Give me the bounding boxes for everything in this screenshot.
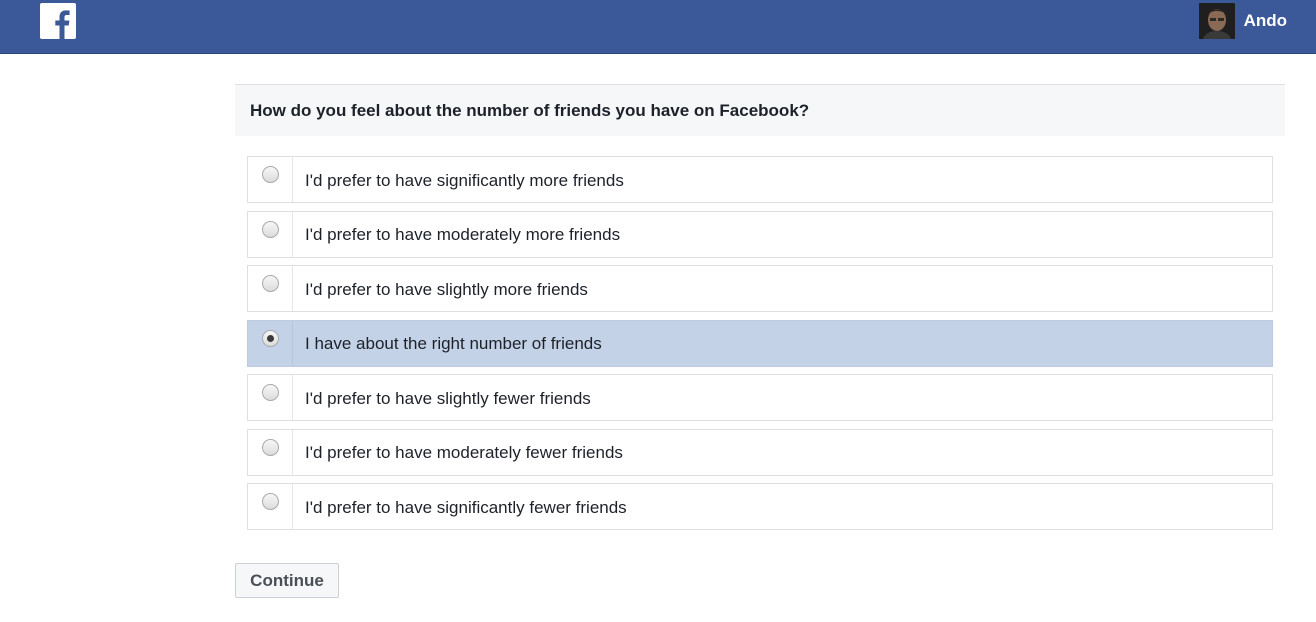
user-profile-link[interactable]: Ando <box>1198 3 1287 39</box>
radio-button[interactable] <box>262 166 279 183</box>
survey-question: How do you feel about the number of frie… <box>235 84 1285 136</box>
radio-cell[interactable] <box>248 320 293 366</box>
user-name[interactable]: Ando <box>1244 11 1287 31</box>
option-label[interactable]: I'd prefer to have significantly more fr… <box>293 157 624 202</box>
survey-option[interactable]: I'd prefer to have significantly more fr… <box>247 156 1273 203</box>
radio-button[interactable] <box>262 275 279 292</box>
facebook-f-icon[interactable] <box>40 3 76 39</box>
radio-button[interactable] <box>262 493 279 510</box>
radio-button[interactable] <box>262 329 279 347</box>
survey-option[interactable]: I'd prefer to have slightly fewer friend… <box>247 374 1273 421</box>
radio-cell[interactable] <box>248 157 293 202</box>
option-label[interactable]: I'd prefer to have moderately more frien… <box>293 212 620 257</box>
survey-option[interactable]: I'd prefer to have moderately fewer frie… <box>247 428 1273 476</box>
avatar[interactable] <box>1198 3 1235 39</box>
survey-option[interactable]: I have about the right number of friends <box>247 319 1273 367</box>
top-navigation-bar: Ando <box>0 0 1316 54</box>
survey-options: I'd prefer to have significantly more fr… <box>247 156 1273 530</box>
continue-button[interactable]: Continue <box>235 563 339 598</box>
survey-option[interactable]: I'd prefer to have significantly fewer f… <box>247 483 1273 530</box>
radio-button[interactable] <box>262 438 279 456</box>
survey-option[interactable]: I'd prefer to have moderately more frien… <box>247 210 1273 258</box>
option-label[interactable]: I'd prefer to have significantly fewer f… <box>293 484 627 529</box>
radio-cell[interactable] <box>248 484 293 529</box>
radio-button[interactable] <box>262 220 279 238</box>
radio-cell[interactable] <box>248 375 293 420</box>
option-label[interactable]: I have about the right number of friends <box>293 321 602 366</box>
radio-cell[interactable] <box>248 211 293 257</box>
survey-option[interactable]: I'd prefer to have slightly more friends <box>247 265 1273 312</box>
radio-cell[interactable] <box>248 266 293 311</box>
radio-cell[interactable] <box>248 429 293 475</box>
option-label[interactable]: I'd prefer to have moderately fewer frie… <box>293 430 623 475</box>
option-label[interactable]: I'd prefer to have slightly more friends <box>293 266 588 311</box>
survey-panel: How do you feel about the number of frie… <box>235 84 1285 538</box>
radio-button[interactable] <box>262 384 279 401</box>
option-label[interactable]: I'd prefer to have slightly fewer friend… <box>293 375 591 420</box>
